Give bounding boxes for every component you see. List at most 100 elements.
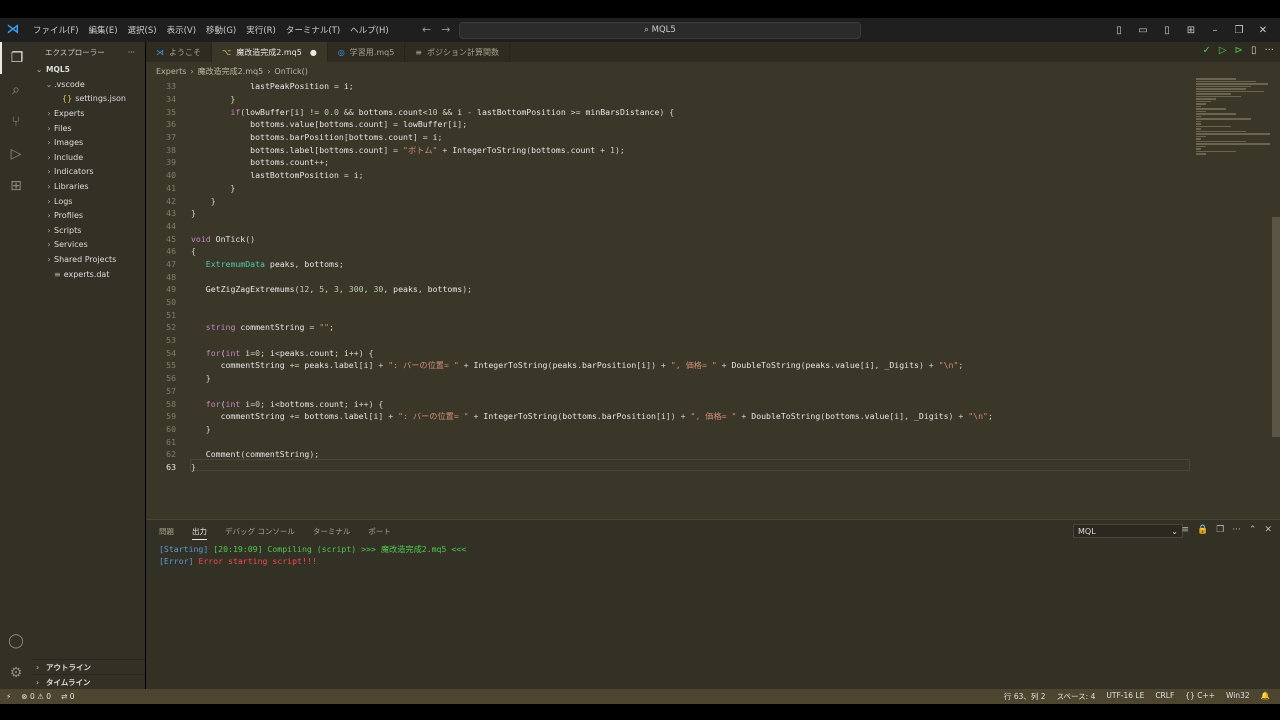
code-line[interactable]: 59 commentString += bottoms.label[i] + "… (146, 410, 1196, 423)
code-line[interactable]: 54 for(int i=0; i<peaks.count; i++) { (146, 346, 1196, 359)
problems-indicator[interactable]: ⊗ 0 ⚠ 0 (21, 692, 51, 701)
cursor-position[interactable]: 行 63、列 2 (1004, 691, 1046, 702)
explorer-icon[interactable]: ❐ (0, 42, 32, 74)
tree-item[interactable]: › Services (32, 238, 145, 253)
settings-gear-icon[interactable]: ⚙ (0, 657, 32, 689)
code-line[interactable]: 43} (146, 207, 1196, 220)
language-mode[interactable]: {} C++ (1185, 691, 1215, 702)
line-ending[interactable]: CRLF (1155, 691, 1174, 702)
menu-item[interactable]: 表示(V) (162, 24, 201, 36)
notifications-icon[interactable]: 🔔 (1261, 691, 1270, 702)
menu-item[interactable]: ファイル(F) (28, 24, 84, 36)
tree-item[interactable]: {} settings.json (32, 92, 145, 107)
run-debug-action-icon[interactable]: ⊳ (1235, 45, 1243, 56)
code-line[interactable]: 52 string commentString = ""; (146, 321, 1196, 334)
account-icon[interactable]: ◯ (0, 625, 32, 657)
code-line[interactable]: 53 (146, 334, 1196, 347)
tree-item[interactable]: › Scripts (32, 223, 145, 238)
customize-layout-icon[interactable]: ⊞ (1184, 25, 1198, 36)
tree-item[interactable]: › Profiles (32, 208, 145, 223)
code-line[interactable]: 50 (146, 296, 1196, 309)
breadcrumb-item[interactable]: Experts (156, 67, 186, 76)
panel-tab[interactable]: ポート (368, 526, 391, 540)
editor-scrollbar[interactable] (1272, 217, 1280, 437)
extensions-icon[interactable]: ⊞ (0, 170, 32, 202)
code-line[interactable]: 49 GetZigZagExtremums(12, 5, 3, 300, 30,… (146, 283, 1196, 296)
code-line[interactable]: 51 (146, 308, 1196, 321)
tree-item[interactable]: › Experts (32, 106, 145, 121)
code-line[interactable]: 58 for(int i=0; i<bottoms.count; i++) { (146, 397, 1196, 410)
output-channel-select[interactable]: MQL ⌄ (1073, 524, 1183, 538)
code-line[interactable]: 34 } (146, 93, 1196, 106)
platform[interactable]: Win32 (1226, 691, 1250, 702)
code-line[interactable]: 33 lastPeakPosition = i; (146, 80, 1196, 93)
toggle-sidebar-icon[interactable]: ▯ (1112, 25, 1126, 36)
menu-item[interactable]: 実行(R) (241, 24, 281, 36)
panel-tab[interactable]: ターミナル (313, 526, 351, 540)
indentation[interactable]: スペース: 4 (1057, 691, 1096, 702)
code-line[interactable]: 44 (146, 220, 1196, 233)
ports-indicator[interactable]: ⇄ 0 (61, 692, 74, 701)
menu-item[interactable]: 選択(S) (123, 24, 162, 36)
code-line[interactable]: 60 } (146, 423, 1196, 436)
close-window-icon[interactable]: ✕ (1256, 25, 1270, 36)
code-line[interactable]: 48 (146, 270, 1196, 283)
editor-tab[interactable]: ⌥ 魔改造完成2.mq5 ● (212, 42, 328, 62)
code-line[interactable]: 41 } (146, 182, 1196, 195)
code-line[interactable]: 45 void OnTick() (146, 232, 1196, 245)
menu-item[interactable]: 移動(G) (201, 24, 241, 36)
tree-item[interactable]: › Shared Projects (32, 252, 145, 267)
new-window-icon[interactable]: ❐ (1216, 525, 1224, 535)
toggle-panel-icon[interactable]: ▭ (1136, 25, 1150, 36)
maximize-icon[interactable]: ❐ (1232, 25, 1246, 36)
toggle-secondary-sidebar-icon[interactable]: ▯ (1160, 25, 1174, 36)
editor-tab[interactable]: ≡ ポジション計算関数 (405, 42, 510, 62)
back-arrow-icon[interactable]: ← (422, 23, 431, 36)
menu-item[interactable]: 編集(E) (84, 24, 123, 36)
panel-tab[interactable]: 問題 (159, 526, 174, 540)
menu-item[interactable]: ターミナル(T) (281, 24, 345, 36)
code-line[interactable]: 62 Comment(commentString); (146, 448, 1196, 461)
minimize-icon[interactable]: – (1208, 25, 1222, 36)
menu-item[interactable]: ヘルプ(H) (345, 24, 394, 36)
code-line[interactable]: 63} (146, 461, 1196, 474)
code-line[interactable]: 37 bottoms.barPosition[bottoms.count] = … (146, 131, 1196, 144)
breadcrumb-item[interactable]: OnTick() (274, 67, 308, 76)
clear-output-icon[interactable]: ≡ (1181, 525, 1189, 535)
unsaved-dot-icon[interactable]: ● (310, 48, 317, 57)
run-debug-icon[interactable]: ▷ (0, 138, 32, 170)
run-icon[interactable]: ▷ (1219, 45, 1227, 56)
code-line[interactable]: 38 bottoms.label[bottoms.count] = "ボトム" … (146, 143, 1196, 156)
tree-item[interactable]: › Files (32, 121, 145, 136)
code-line[interactable]: 57 (146, 385, 1196, 398)
split-editor-icon[interactable]: ▯ (1251, 45, 1257, 56)
more-panel-icon[interactable]: ··· (1232, 525, 1241, 535)
encoding[interactable]: UTF-16 LE (1106, 691, 1144, 702)
tree-item[interactable]: ⌄ .vscode (32, 77, 145, 92)
timeline-section[interactable]: › タイムライン (32, 674, 145, 689)
breadcrumb-item[interactable]: 魔改造完成2.mq5 (198, 66, 264, 77)
code-line[interactable]: 55 commentString += peaks.label[i] + ": … (146, 359, 1196, 372)
tree-item[interactable]: › Libraries (32, 179, 145, 194)
tree-item[interactable]: ≡ experts.dat (32, 267, 145, 282)
code-line[interactable]: 61 (146, 435, 1196, 448)
outline-section[interactable]: › アウトライン (32, 659, 145, 674)
editor-tab[interactable]: ⋊ ようこそ (146, 42, 212, 62)
panel-tab[interactable]: デバッグ コンソール (225, 526, 295, 540)
code-line[interactable]: 39 bottoms.count++; (146, 156, 1196, 169)
code-line[interactable]: 40 lastBottomPosition = i; (146, 169, 1196, 182)
code-line[interactable]: 56 } (146, 372, 1196, 385)
workspace-root[interactable]: ⌄ MQL5 (32, 62, 145, 77)
code-line[interactable]: 42 } (146, 194, 1196, 207)
code-line[interactable]: 46 { (146, 245, 1196, 258)
tree-item[interactable]: › Images (32, 135, 145, 150)
more-actions-icon[interactable]: ··· (128, 48, 135, 57)
editor-tab[interactable]: ◎ 学習用.mq5 (328, 42, 406, 62)
tree-item[interactable]: › Include (32, 150, 145, 165)
forward-arrow-icon[interactable]: → (441, 23, 450, 36)
lock-scroll-icon[interactable]: 🔒 (1197, 525, 1208, 535)
check-icon[interactable]: ✓ (1202, 45, 1210, 56)
tree-item[interactable]: › Indicators (32, 165, 145, 180)
search-view-icon[interactable]: ⌕ (0, 74, 32, 106)
more-editor-actions-icon[interactable]: ··· (1264, 45, 1274, 56)
